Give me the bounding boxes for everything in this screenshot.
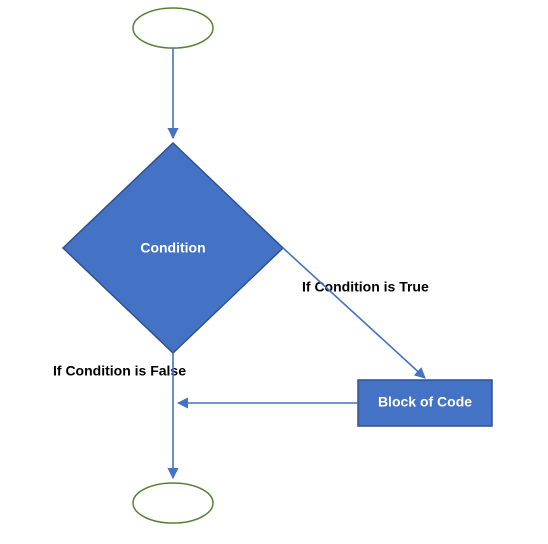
flowchart-diagram: Condition If Condition is True Block of … <box>0 0 548 544</box>
condition-text: Condition <box>140 240 205 256</box>
false-branch-label: If Condition is False <box>53 363 186 379</box>
condition-diamond: Condition <box>63 143 283 353</box>
code-block-text: Block of Code <box>378 394 472 410</box>
start-terminator <box>133 8 213 48</box>
end-terminator <box>133 483 213 523</box>
arrow-condition-to-block <box>283 248 425 378</box>
true-branch-label: If Condition is True <box>302 279 429 295</box>
code-block-rect: Block of Code <box>358 380 492 426</box>
